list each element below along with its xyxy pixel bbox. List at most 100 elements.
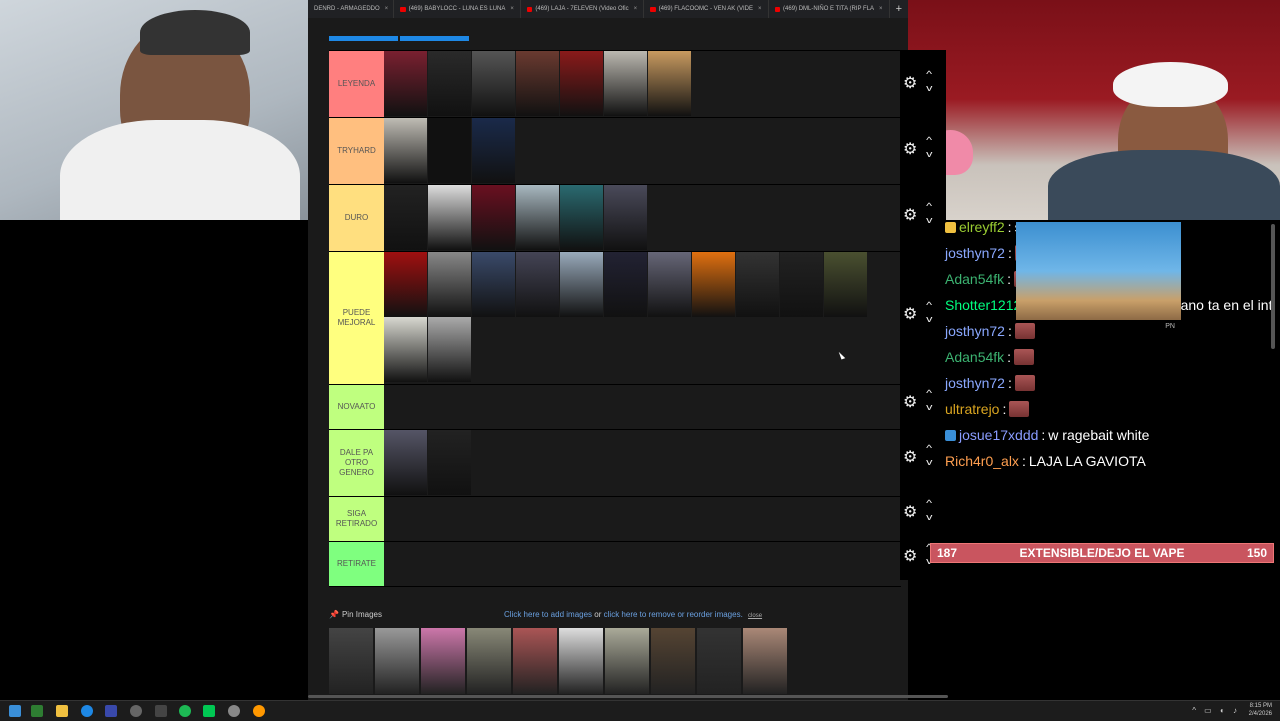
tier-image[interactable] — [384, 252, 427, 317]
tier-image[interactable] — [648, 51, 691, 116]
close-icon[interactable]: × — [510, 6, 514, 12]
move-up-chevron-icon[interactable]: ^ — [926, 69, 932, 79]
tier-image[interactable] — [516, 185, 559, 250]
close-icon[interactable]: × — [758, 6, 762, 12]
tier-label[interactable]: PUEDE MEJORAL — [329, 252, 384, 384]
chat-username[interactable]: Rich4r0_alx — [945, 453, 1019, 469]
move-down-chevron-icon[interactable]: v — [926, 215, 932, 225]
chat-username[interactable]: Shotter1212 — [945, 297, 1021, 313]
browser-tab[interactable]: (469) BABYLOCC - LUNA ES LUNA × — [394, 0, 521, 18]
tier-image[interactable] — [384, 317, 427, 382]
tier-image[interactable] — [428, 185, 471, 250]
chat-username[interactable]: josthyn72 — [945, 323, 1005, 339]
move-down-chevron-icon[interactable]: v — [926, 402, 932, 412]
tier-image[interactable] — [428, 51, 471, 116]
add-images-link[interactable]: Click here to add images — [504, 610, 592, 619]
pool-image[interactable] — [421, 628, 465, 694]
tier-image[interactable] — [692, 252, 735, 317]
tier-image[interactable] — [560, 252, 603, 317]
tier-image[interactable] — [824, 252, 867, 317]
gear-icon[interactable]: ⚙ — [903, 205, 917, 225]
file-explorer-icon[interactable] — [56, 705, 68, 717]
move-down-chevron-icon[interactable]: v — [926, 314, 932, 324]
horizontal-scrollbar[interactable] — [308, 695, 948, 698]
pool-image[interactable] — [743, 628, 787, 694]
gear-icon[interactable]: ⚙ — [903, 447, 917, 467]
move-up-chevron-icon[interactable]: ^ — [926, 443, 932, 453]
tier-image[interactable] — [384, 118, 427, 183]
move-down-chevron-icon[interactable]: v — [926, 457, 932, 467]
tier-image[interactable] — [472, 118, 515, 183]
gear-icon[interactable]: ⚙ — [903, 502, 917, 522]
pool-image[interactable] — [467, 628, 511, 694]
windows-start-icon[interactable] — [9, 705, 21, 717]
gear-icon[interactable]: ⚙ — [903, 546, 917, 566]
chat-username[interactable]: ultratrejo — [945, 401, 999, 417]
tier-label[interactable]: RETIRATE — [329, 542, 384, 586]
pin-images-toggle[interactable]: 📌 Pin Images — [329, 610, 382, 619]
tier-image[interactable] — [736, 252, 779, 317]
move-down-chevron-icon[interactable]: v — [926, 149, 932, 159]
pen-icon[interactable] — [155, 705, 167, 717]
gear-icon[interactable]: ⚙ — [903, 73, 917, 93]
github-icon[interactable] — [228, 705, 240, 717]
pool-image[interactable] — [697, 628, 741, 694]
tier-label[interactable]: LEYENDA — [329, 51, 384, 117]
close-link[interactable]: close — [748, 613, 762, 619]
close-icon[interactable]: × — [385, 6, 389, 12]
chat-username[interactable]: elreyff2 — [959, 219, 1005, 235]
terminal-icon[interactable] — [31, 705, 43, 717]
tier-image[interactable] — [604, 185, 647, 250]
move-up-chevron-icon[interactable]: ^ — [926, 135, 932, 145]
tier-image[interactable] — [780, 252, 823, 317]
browser-tab[interactable]: (469) LAJA - 7ELEVEN (Video Ofic × — [521, 0, 645, 18]
tier-image[interactable] — [428, 317, 471, 382]
reset-button[interactable] — [400, 36, 469, 41]
chat-scrollbar[interactable] — [1271, 224, 1275, 349]
tier-image[interactable] — [472, 51, 515, 116]
save-download-button[interactable] — [329, 36, 398, 41]
tier-image[interactable] — [604, 51, 647, 116]
move-up-chevron-icon[interactable]: ^ — [926, 498, 932, 508]
tier-label[interactable]: SIGA RETIRADO — [329, 497, 384, 541]
tier-label[interactable]: NOVAATO — [329, 385, 384, 429]
app-icon[interactable] — [105, 705, 117, 717]
pool-image[interactable] — [375, 628, 419, 694]
gear-icon[interactable]: ⚙ — [903, 139, 917, 159]
tier-image[interactable] — [560, 51, 603, 116]
tier-image[interactable] — [472, 185, 515, 250]
tier-label[interactable]: DURO — [329, 185, 384, 251]
tier-label[interactable]: DALE PA OTRO GENERO — [329, 430, 384, 496]
tier-image[interactable] — [648, 252, 691, 317]
remove-images-link[interactable]: click here to remove or reorder images. — [604, 610, 743, 619]
tier-image[interactable] — [604, 252, 647, 317]
pool-image[interactable] — [651, 628, 695, 694]
gear-icon[interactable]: ⚙ — [903, 304, 917, 324]
clock[interactable]: 8:15 PM 2/4/2026 — [1249, 702, 1272, 718]
browser-tab[interactable]: (469) DML-NIÑO E TITA (RIP FLA × — [769, 0, 890, 18]
tier-image[interactable] — [560, 185, 603, 250]
chat-username[interactable]: Adan54fk — [945, 271, 1004, 287]
new-tab-button[interactable]: + — [890, 3, 908, 15]
tier-image[interactable] — [384, 430, 427, 495]
pool-image[interactable] — [329, 628, 373, 694]
chat-username[interactable]: Adan54fk — [945, 349, 1004, 365]
gear-icon[interactable]: ⚙ — [903, 392, 917, 412]
chat-username[interactable]: josthyn72 — [945, 375, 1005, 391]
game-icon[interactable] — [203, 705, 215, 717]
tier-image[interactable] — [384, 51, 427, 116]
tier-label[interactable]: TRYHARD — [329, 118, 384, 184]
spotify-icon[interactable] — [179, 705, 191, 717]
close-icon[interactable]: × — [634, 6, 638, 12]
obs-icon[interactable] — [130, 705, 142, 717]
tier-image[interactable] — [428, 252, 471, 317]
tier-image[interactable] — [428, 430, 471, 495]
move-up-chevron-icon[interactable]: ^ — [926, 388, 932, 398]
move-up-chevron-icon[interactable]: ^ — [926, 201, 932, 211]
close-icon[interactable]: × — [879, 6, 883, 12]
browser-tab[interactable]: (469) FLACOOMC - VEN AK (VIDE × — [644, 0, 769, 18]
move-up-chevron-icon[interactable]: ^ — [926, 300, 932, 310]
chrome-icon[interactable] — [81, 705, 93, 717]
tier-image[interactable] — [516, 252, 559, 317]
browser-tab[interactable]: DENRD - ARMAGEDDO × — [308, 0, 395, 18]
